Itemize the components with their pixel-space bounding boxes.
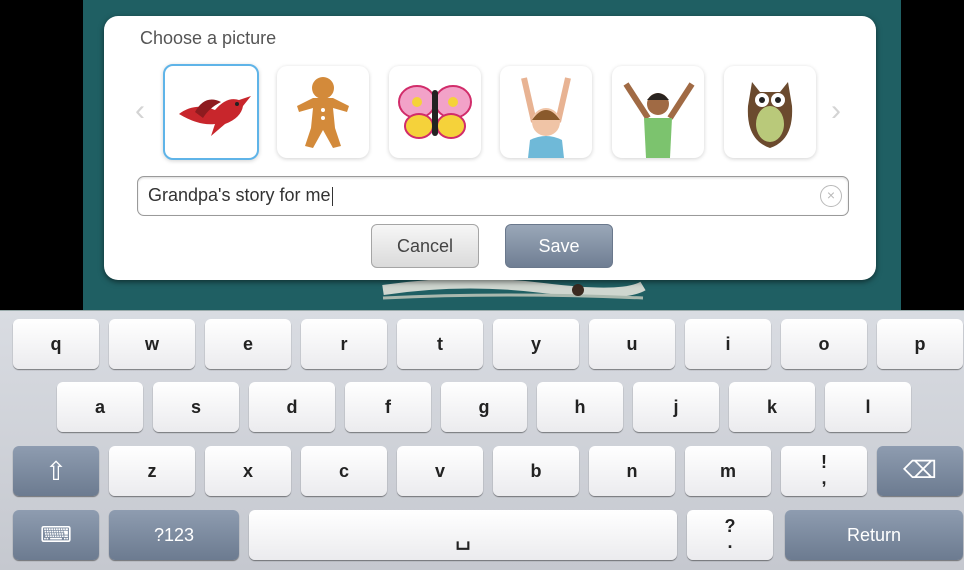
key-exclamation-comma[interactable]: ! ,	[781, 446, 867, 496]
butterfly-icon	[398, 85, 472, 139]
key-g[interactable]: g	[441, 382, 527, 432]
text-caret	[331, 186, 333, 206]
key-o[interactable]: o	[781, 319, 867, 369]
key-s[interactable]: s	[153, 382, 239, 432]
key-e[interactable]: e	[205, 319, 291, 369]
keyboard-hide-icon: ⌨	[40, 522, 72, 547]
key-k[interactable]: k	[729, 382, 815, 432]
space-key[interactable]: ␣	[249, 510, 677, 560]
key-d[interactable]: d	[249, 382, 335, 432]
picture-option-butterfly[interactable]	[389, 66, 481, 158]
return-key[interactable]: Return	[785, 510, 963, 560]
boy-icon	[623, 82, 695, 158]
key-p[interactable]: p	[877, 319, 963, 369]
key-n[interactable]: n	[589, 446, 675, 496]
backspace-key[interactable]: ⌫	[877, 446, 963, 496]
owl-icon	[747, 82, 793, 148]
onscreen-keyboard: q w e r t y u i o p a s d f g h j k l ⇧ …	[0, 310, 964, 570]
key-u[interactable]: u	[589, 319, 675, 369]
key-a[interactable]: a	[57, 382, 143, 432]
shift-icon: ⇧	[45, 456, 67, 486]
picture-option-girl[interactable]	[500, 66, 592, 158]
dialog-title: Choose a picture	[140, 28, 277, 48]
story-title-input[interactable]: Grandpa's story for me ×	[137, 176, 849, 216]
key-h[interactable]: h	[537, 382, 623, 432]
hide-keyboard-key[interactable]: ⌨	[13, 510, 99, 560]
cancel-button[interactable]: Cancel	[371, 224, 479, 268]
choose-picture-dialog: Choose a picture ‹ › Grandpa's story for…	[104, 16, 876, 280]
clear-text-icon[interactable]: ×	[820, 185, 842, 207]
shift-key[interactable]: ⇧	[13, 446, 99, 496]
key-i[interactable]: i	[685, 319, 771, 369]
key-c[interactable]: c	[301, 446, 387, 496]
key-w[interactable]: w	[109, 319, 195, 369]
key-y[interactable]: y	[493, 319, 579, 369]
key-r[interactable]: r	[301, 319, 387, 369]
key-j[interactable]: j	[633, 382, 719, 432]
picture-option-owl[interactable]	[724, 66, 816, 158]
key-q[interactable]: q	[13, 319, 99, 369]
key-x[interactable]: x	[205, 446, 291, 496]
gingerbread-man-icon	[297, 77, 349, 148]
key-comma-label: ,	[821, 468, 827, 488]
key-l[interactable]: l	[825, 382, 911, 432]
space-icon: ␣	[454, 520, 472, 550]
key-m[interactable]: m	[685, 446, 771, 496]
backspace-icon: ⌫	[903, 457, 937, 484]
save-button[interactable]: Save	[505, 224, 613, 268]
key-v[interactable]: v	[397, 446, 483, 496]
key-b[interactable]: b	[493, 446, 579, 496]
numbers-key[interactable]: ?123	[109, 510, 239, 560]
bird-icon	[179, 96, 251, 136]
girl-icon	[521, 77, 571, 158]
previous-arrow-icon[interactable]: ‹	[135, 94, 145, 128]
key-t[interactable]: t	[397, 319, 483, 369]
picture-option-gingerbread-man[interactable]	[277, 66, 369, 158]
key-period-label: .	[727, 532, 733, 552]
picture-option-boy[interactable]	[612, 66, 704, 158]
picture-option-bird[interactable]	[163, 64, 259, 160]
key-f[interactable]: f	[345, 382, 431, 432]
story-title-text: Grandpa's story for me	[148, 185, 333, 206]
key-question-period[interactable]: ? .	[687, 510, 773, 560]
key-z[interactable]: z	[109, 446, 195, 496]
next-arrow-icon[interactable]: ›	[831, 94, 841, 128]
